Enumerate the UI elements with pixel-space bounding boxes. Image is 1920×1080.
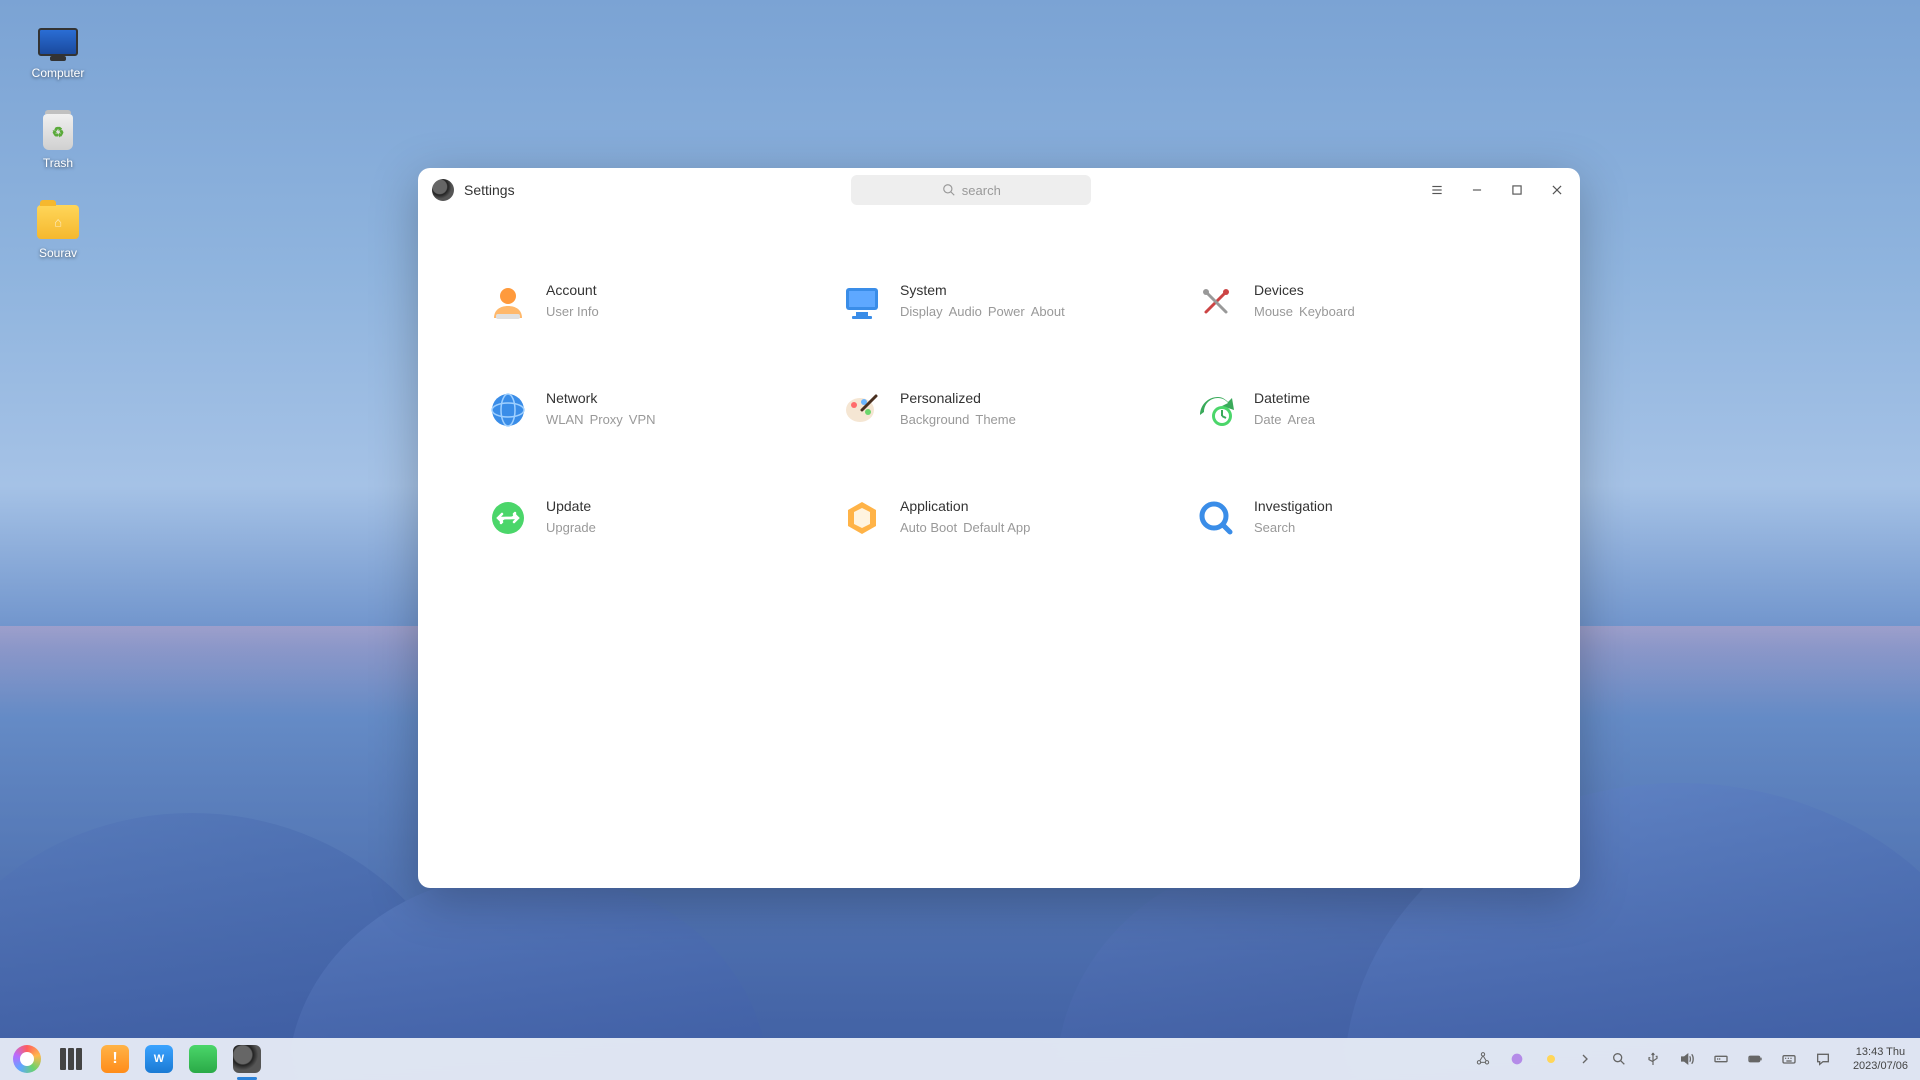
settings-item-account[interactable]: Account User Info (488, 282, 802, 322)
settings-item-sub[interactable]: Mouse (1254, 304, 1293, 319)
settings-item-sub[interactable]: Proxy (590, 412, 623, 427)
settings-item-title: System (900, 282, 1065, 298)
settings-item-application[interactable]: Application Auto Boot Default App (842, 498, 1156, 538)
settings-item-sub[interactable]: Keyboard (1299, 304, 1355, 319)
personalized-icon (842, 390, 882, 430)
settings-item-sub[interactable]: WLAN (546, 412, 584, 427)
clock-time: 13:43 Thu (1856, 1045, 1905, 1059)
close-icon (1550, 183, 1564, 197)
desktop-icon-label: Sourav (39, 246, 77, 260)
settings-item-sub[interactable]: Display (900, 304, 943, 319)
desktop-icon-label: Computer (32, 66, 85, 80)
taskbar-left: ! W (12, 1044, 262, 1074)
settings-item-title: Datetime (1254, 390, 1315, 406)
settings-grid: Account User Info System Display Audio P… (418, 212, 1580, 538)
maximize-button[interactable] (1508, 181, 1526, 199)
desktop-icons: Computer ♻ Trash Sourav (18, 22, 98, 260)
taskbar-app-1[interactable]: ! (100, 1044, 130, 1074)
desktop-icon-home-folder[interactable]: Sourav (18, 202, 98, 260)
settings-item-sub[interactable]: Theme (975, 412, 1015, 427)
tray-search-icon[interactable] (1609, 1049, 1629, 1069)
tray-weather-icon[interactable] (1541, 1049, 1561, 1069)
settings-item-sub[interactable]: Background (900, 412, 969, 427)
taskbar-app-2[interactable]: W (144, 1044, 174, 1074)
settings-item-sub[interactable]: VPN (629, 412, 656, 427)
search-placeholder: search (962, 183, 1001, 198)
window-titlebar[interactable]: Settings search (418, 168, 1580, 212)
settings-item-sub[interactable]: User Info (546, 304, 599, 319)
settings-item-title: Update (546, 498, 596, 514)
desktop-icon-label: Trash (43, 156, 73, 170)
settings-item-sub[interactable]: Upgrade (546, 520, 596, 535)
tray-network-icon[interactable] (1711, 1049, 1731, 1069)
minimize-button[interactable] (1468, 181, 1486, 199)
application-icon (842, 498, 882, 538)
tray-apps-icon[interactable] (1473, 1049, 1493, 1069)
settings-item-sub[interactable]: Search (1254, 520, 1295, 535)
taskbar-app-settings[interactable] (232, 1044, 262, 1074)
investigation-icon (1196, 498, 1236, 538)
desktop-icon-computer[interactable]: Computer (18, 22, 98, 80)
taskbar-clock[interactable]: 13:43 Thu 2023/07/06 (1853, 1045, 1908, 1074)
tray-status-icon[interactable] (1507, 1049, 1527, 1069)
search-input[interactable]: search (851, 175, 1091, 205)
settings-item-system[interactable]: System Display Audio Power About (842, 282, 1156, 322)
close-button[interactable] (1548, 181, 1566, 199)
settings-item-sub[interactable]: Default App (963, 520, 1030, 535)
menu-icon (1430, 183, 1444, 197)
settings-item-title: Account (546, 282, 599, 298)
computer-icon (36, 22, 80, 62)
maximize-icon (1510, 183, 1524, 197)
tray-keyboard-icon[interactable] (1779, 1049, 1799, 1069)
settings-item-network[interactable]: Network WLAN Proxy VPN (488, 390, 802, 430)
settings-item-investigation[interactable]: Investigation Search (1196, 498, 1510, 538)
system-icon (842, 282, 882, 322)
settings-item-title: Personalized (900, 390, 1016, 406)
settings-item-title: Devices (1254, 282, 1355, 298)
tray-battery-icon[interactable] (1745, 1049, 1765, 1069)
tray-volume-icon[interactable] (1677, 1049, 1697, 1069)
settings-app-icon (432, 179, 454, 201)
settings-item-datetime[interactable]: Datetime Date Area (1196, 390, 1510, 430)
settings-item-title: Application (900, 498, 1030, 514)
tray-expand-icon[interactable] (1575, 1049, 1595, 1069)
account-icon (488, 282, 528, 322)
start-menu-button[interactable] (12, 1044, 42, 1074)
taskbar: ! W 13:43 Thu 2023/07/06 (0, 1038, 1920, 1080)
tray-usb-icon[interactable] (1643, 1049, 1663, 1069)
trash-icon: ♻ (36, 112, 80, 152)
minimize-icon (1470, 183, 1484, 197)
settings-item-sub[interactable]: Date (1254, 412, 1281, 427)
window-title: Settings (464, 182, 515, 198)
clock-date: 2023/07/06 (1853, 1059, 1908, 1073)
settings-window: Settings search (418, 168, 1580, 888)
devices-icon (1196, 282, 1236, 322)
taskbar-app-3[interactable] (188, 1044, 218, 1074)
settings-item-title: Investigation (1254, 498, 1333, 514)
settings-item-title: Network (546, 390, 656, 406)
menu-button[interactable] (1428, 181, 1446, 199)
desktop-icon-trash[interactable]: ♻ Trash (18, 112, 98, 170)
update-icon (488, 498, 528, 538)
settings-item-personalized[interactable]: Personalized Background Theme (842, 390, 1156, 430)
tray-notification-icon[interactable] (1813, 1049, 1833, 1069)
taskbar-right: 13:43 Thu 2023/07/06 (1473, 1045, 1908, 1074)
settings-item-update[interactable]: Update Upgrade (488, 498, 802, 538)
settings-item-sub[interactable]: Power (988, 304, 1025, 319)
settings-item-devices[interactable]: Devices Mouse Keyboard (1196, 282, 1510, 322)
search-icon (942, 183, 956, 197)
network-icon (488, 390, 528, 430)
settings-item-sub[interactable]: Area (1287, 412, 1314, 427)
folder-icon (36, 202, 80, 242)
datetime-icon (1196, 390, 1236, 430)
task-view-button[interactable] (56, 1044, 86, 1074)
settings-item-sub[interactable]: About (1031, 304, 1065, 319)
settings-item-sub[interactable]: Audio (949, 304, 982, 319)
settings-item-sub[interactable]: Auto Boot (900, 520, 957, 535)
window-controls (1428, 181, 1566, 199)
